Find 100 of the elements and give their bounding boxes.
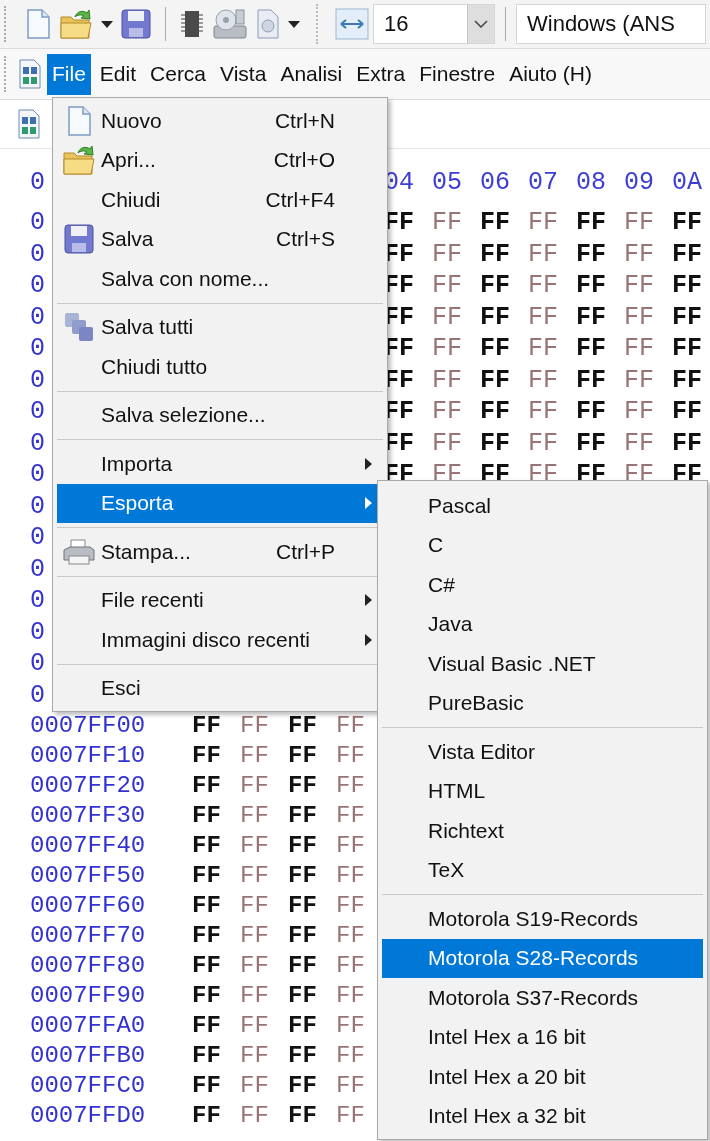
menu-item[interactable]: PureBasic	[382, 683, 703, 723]
toolbar-grip[interactable]	[4, 6, 9, 42]
byte-cell: FF	[672, 427, 702, 459]
byte-cell: FF	[240, 1041, 269, 1071]
menu-item[interactable]: Apri... Ctrl+O	[57, 140, 383, 180]
shortcut-label: Ctrl+F4	[265, 187, 335, 212]
menu-bar-item[interactable]: Vista	[215, 53, 272, 95]
menu-item[interactable]: Stampa... Ctrl+P	[57, 532, 383, 572]
byte-cell: FF	[576, 301, 606, 333]
row-address: 0	[30, 522, 45, 554]
row-address: 0	[30, 585, 45, 617]
row-address: 0007FF50	[30, 861, 146, 891]
byte-cell: FF	[336, 951, 365, 981]
byte-cell: FF	[288, 1071, 317, 1101]
byte-cell: FF	[624, 427, 654, 459]
menu-item[interactable]: C#	[382, 565, 703, 605]
encoding-field[interactable]: Windows (ANS	[516, 4, 706, 44]
row-address: 0	[30, 333, 45, 365]
row-address: 0007FF90	[30, 981, 146, 1011]
bytes-per-row-field[interactable]: 16	[373, 4, 495, 44]
byte-cell: FF	[336, 741, 365, 771]
byte-cell: FF	[624, 396, 654, 428]
menu-item[interactable]: Salva tutti	[57, 307, 383, 347]
row-address: 0	[30, 301, 45, 333]
menu-item[interactable]: Vista Editor	[382, 732, 703, 772]
byte-cell: FF	[192, 771, 221, 801]
menu-bar-item[interactable]: File	[47, 53, 91, 95]
byte-cell: FF	[624, 301, 654, 333]
byte-cell: FF	[432, 207, 462, 239]
byte-cell: FF	[576, 427, 606, 459]
row-address: 0	[30, 490, 45, 522]
byte-cell: FF	[432, 301, 462, 333]
byte-cell: FF	[336, 1041, 365, 1071]
menu-item[interactable]: Chiudi Ctrl+F4	[57, 180, 383, 220]
byte-cell: FF	[192, 711, 221, 741]
byte-cell: FF	[192, 861, 221, 891]
menu-item[interactable]: Intel Hex a 20 bit	[382, 1057, 703, 1097]
offset-header: 0	[30, 167, 45, 199]
row-address: 0007FF00	[30, 711, 146, 741]
byte-cell: FF	[576, 270, 606, 302]
menu-bar-grip[interactable]	[4, 56, 9, 92]
byte-cell: FF	[288, 891, 317, 921]
menu-item[interactable]: Motorola S28-Records	[382, 938, 703, 978]
byte-cell: FF	[336, 1101, 365, 1131]
menu-item[interactable]: TeX	[382, 850, 703, 890]
byte-cell: FF	[432, 238, 462, 270]
shortcut-label: Ctrl+O	[273, 148, 335, 173]
menu-item[interactable]: Java	[382, 604, 703, 644]
shortcut-label: Ctrl+N	[274, 108, 335, 133]
document-icon	[66, 105, 92, 136]
byte-cell: FF	[528, 396, 558, 428]
row-address: 0007FF40	[30, 831, 146, 861]
byte-cell: FF	[672, 364, 702, 396]
menu-item[interactable]: Richtext	[382, 811, 703, 851]
menu-item[interactable]: HTML	[382, 771, 703, 811]
menu-item[interactable]: Salva selezione...	[57, 395, 383, 435]
byte-cell: FF	[432, 396, 462, 428]
row-address: 0007FF30	[30, 801, 146, 831]
caret-icon	[101, 20, 113, 28]
menu-bar-item[interactable]: Edit	[94, 53, 142, 95]
byte-cell: FF	[480, 301, 510, 333]
byte-cell: FF	[528, 301, 558, 333]
byte-cell: FF	[336, 711, 365, 741]
menu-item[interactable]: Nuovo Ctrl+N	[57, 101, 383, 141]
menu-item[interactable]: Visual Basic .NET	[382, 644, 703, 684]
menu-bar-item[interactable]: Aiuto (H)	[504, 53, 597, 95]
byte-cell: FF	[192, 1071, 221, 1101]
menu-bar-item[interactable]: Extra	[351, 53, 411, 95]
row-address: 0	[30, 679, 45, 711]
byte-cell: FF	[240, 1011, 269, 1041]
column-header: 09	[624, 167, 654, 199]
menu-bar-item[interactable]: Finestre	[414, 53, 501, 95]
row-address: 0	[30, 459, 45, 491]
menu-bar-item[interactable]: Cerca	[145, 53, 212, 95]
byte-cell: FF	[336, 801, 365, 831]
byte-cell: FF	[240, 891, 269, 921]
byte-cell: FF	[240, 801, 269, 831]
menu-item[interactable]: Intel Hex a 32 bit	[382, 1096, 703, 1136]
byte-cell: FF	[624, 270, 654, 302]
menu-item[interactable]: Intel Hex a 16 bit	[382, 1017, 703, 1057]
column-header: 05	[432, 167, 462, 199]
menu-bar-item[interactable]: Analisi	[275, 53, 348, 95]
menu-item[interactable]: Chiudi tutto	[57, 347, 383, 387]
byte-cell: FF	[528, 364, 558, 396]
menu-item[interactable]: Immagini disco recenti	[57, 620, 383, 660]
menu-item[interactable]: File recenti	[57, 580, 383, 620]
menu-item[interactable]: Motorola S19-Records	[382, 899, 703, 939]
byte-cell: FF	[624, 333, 654, 365]
byte-cell: FF	[624, 207, 654, 239]
menu-item[interactable]: Importa	[57, 444, 383, 484]
menu-item[interactable]: C	[382, 525, 703, 565]
byte-cell: FF	[240, 921, 269, 951]
drive-icon	[212, 8, 248, 40]
byte-cell: FF	[624, 238, 654, 270]
menu-item[interactable]: Salva con nome...	[57, 259, 383, 299]
menu-item[interactable]: Salva Ctrl+S	[57, 219, 383, 259]
byte-cell: FF	[480, 427, 510, 459]
byte-cell: FF	[576, 333, 606, 365]
menu-item[interactable]: Motorola S37-Records	[382, 978, 703, 1018]
byte-cell: FF	[240, 1071, 269, 1101]
